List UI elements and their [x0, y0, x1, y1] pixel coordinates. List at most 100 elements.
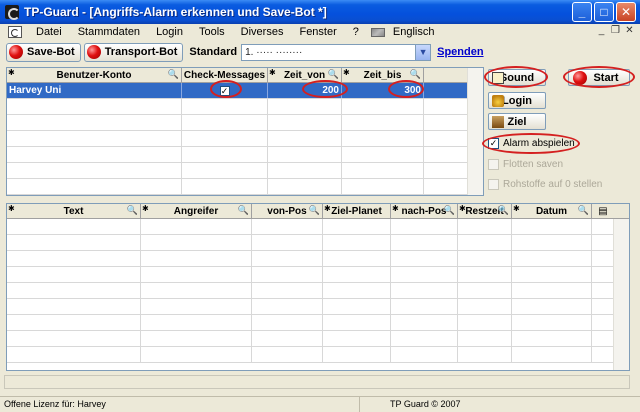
search-icon[interactable]: 🔍 — [168, 69, 179, 80]
alarm-checkbox[interactable]: ✓ — [488, 138, 499, 149]
table-row[interactable] — [7, 347, 629, 363]
sound-button[interactable]: Sound — [488, 69, 546, 86]
status-bar: Offene Lizenz für: Harvey TP Guard © 200… — [0, 396, 640, 412]
sound-icon — [492, 72, 504, 84]
col-nach-pos[interactable]: ✱ nach-Pos 🔍 — [391, 204, 458, 218]
table-row[interactable] — [7, 315, 629, 331]
col-text[interactable]: ✱ Text 🔍 — [7, 204, 141, 218]
table-row[interactable] — [7, 283, 629, 299]
close-button[interactable]: ✕ — [616, 2, 636, 22]
table-row[interactable] — [7, 147, 483, 163]
window-title: TP-Guard - [Angriffs-Alarm erkennen und … — [24, 5, 327, 19]
save-bot-label: Save-Bot — [27, 46, 75, 58]
col-datum[interactable]: ✱ Datum 🔍 — [512, 204, 592, 218]
search-icon[interactable]: 🔍 — [238, 205, 249, 216]
col-zeit-von[interactable]: ✱ Zeit_von 🔍 — [268, 68, 342, 82]
menu-tools[interactable]: Tools — [191, 26, 233, 38]
table-row[interactable] — [7, 219, 629, 235]
zeit-von-cell[interactable]: 200 — [268, 83, 342, 98]
table-row[interactable] — [7, 299, 629, 315]
table-row[interactable] — [7, 99, 483, 115]
table-row[interactable] — [7, 179, 483, 195]
column-chooser-icon[interactable]: ▤ — [592, 204, 614, 218]
col-zeit-bis[interactable]: ✱ Zeit_bis 🔍 — [342, 68, 424, 82]
zeit-bis-cell[interactable]: 300 — [342, 83, 424, 98]
flotten-label: Flotten saven — [503, 159, 564, 170]
toolbar: Save-Bot Transport-Bot Standard 1. ·····… — [0, 41, 640, 63]
flotten-checkbox-row[interactable]: Flotten saven — [488, 159, 563, 170]
red-light-icon — [9, 45, 23, 59]
accounts-grid[interactable]: ✱ Benutzer-Konto 🔍 Check-Messages ✱ Zeit… — [6, 67, 484, 196]
table-row[interactable] — [7, 267, 629, 283]
save-bot-button[interactable]: Save-Bot — [6, 42, 81, 62]
standard-combo-value: 1. ····· ········ — [245, 46, 303, 58]
login-button[interactable]: Login — [488, 92, 546, 109]
rohstoffe-checkbox[interactable] — [488, 179, 499, 190]
document-icon[interactable] — [8, 26, 22, 38]
rohstoffe-checkbox-row[interactable]: Rohstoffe auf 0 stellen — [488, 179, 602, 190]
ziel-button[interactable]: Ziel — [488, 113, 546, 130]
alarm-label: Alarm abspielen — [503, 138, 575, 149]
col-von-pos[interactable]: von-Pos 🔍 — [252, 204, 323, 218]
start-button[interactable]: Start — [568, 69, 630, 86]
search-icon[interactable]: 🔍 — [498, 205, 509, 216]
menu-datei[interactable]: Datei — [28, 26, 70, 38]
menu-diverses[interactable]: Diverses — [233, 26, 292, 38]
horizontal-scrollbar[interactable] — [4, 375, 630, 389]
table-row[interactable] — [7, 235, 629, 251]
standard-label: Standard — [189, 46, 238, 58]
col-benutzer-konto[interactable]: ✱ Benutzer-Konto 🔍 — [7, 68, 182, 82]
app-icon — [5, 5, 20, 20]
alarm-checkbox-row[interactable]: ✓ Alarm abspielen — [488, 138, 575, 149]
chevron-down-icon[interactable]: ▼ — [415, 44, 431, 60]
spenden-link[interactable]: Spenden — [437, 46, 483, 58]
maximize-button[interactable]: □ — [594, 2, 614, 22]
search-icon[interactable]: 🔍 — [444, 205, 455, 216]
pin-icon: ✱ — [459, 204, 466, 213]
check-messages-cell[interactable]: ✓ — [182, 83, 268, 98]
target-icon — [492, 116, 504, 128]
account-cell[interactable]: Harvey Uni — [7, 83, 182, 98]
menu-fenster[interactable]: Fenster — [291, 26, 344, 38]
flotten-checkbox[interactable] — [488, 159, 499, 170]
red-light-icon — [86, 45, 101, 59]
search-icon[interactable]: 🔍 — [309, 205, 320, 216]
search-icon[interactable]: 🔍 — [578, 205, 589, 216]
col-angreifer[interactable]: ✱ Angreifer 🔍 — [141, 204, 252, 218]
col-restzeit[interactable]: ✱ Restzeit 🔍 — [458, 204, 512, 218]
table-row[interactable] — [7, 251, 629, 267]
pin-icon: ✱ — [343, 68, 350, 77]
transport-bot-button[interactable]: Transport-Bot — [83, 42, 184, 62]
mdi-controls: _ ❐ ✕ — [595, 26, 636, 38]
table-row[interactable] — [7, 115, 483, 131]
search-icon[interactable]: 🔍 — [410, 69, 421, 80]
check-messages-checkbox[interactable]: ✓ — [219, 85, 230, 96]
accounts-grid-header: ✱ Benutzer-Konto 🔍 Check-Messages ✱ Zeit… — [7, 68, 483, 83]
table-row[interactable] — [7, 131, 483, 147]
menu-help[interactable]: ? — [345, 26, 367, 38]
attacks-grid[interactable]: ✱ Text 🔍 ✱ Angreifer 🔍 von-Pos 🔍 ✱ Ziel-… — [6, 203, 630, 371]
vertical-scrollbar[interactable] — [467, 68, 483, 195]
minimize-button[interactable]: _ — [572, 2, 592, 22]
table-row[interactable] — [7, 163, 483, 179]
vertical-scrollbar[interactable] — [613, 219, 629, 370]
menu-stammdaten[interactable]: Stammdaten — [70, 26, 148, 38]
menu-language[interactable]: Englisch — [385, 26, 443, 38]
table-row[interactable]: Harvey Uni ✓ 200 300 — [7, 83, 483, 99]
mdi-minimize-button[interactable]: _ — [595, 26, 608, 38]
pin-icon: ✱ — [269, 68, 276, 77]
col-check-messages[interactable]: Check-Messages — [182, 68, 268, 82]
pin-icon: ✱ — [513, 204, 520, 213]
attacks-grid-body — [7, 219, 629, 363]
search-icon[interactable]: 🔍 — [328, 69, 339, 80]
rohstoffe-label: Rohstoffe auf 0 stellen — [503, 179, 603, 190]
title-bar[interactable]: TP-Guard - [Angriffs-Alarm erkennen und … — [0, 0, 640, 24]
menu-login[interactable]: Login — [148, 26, 191, 38]
mdi-close-button[interactable]: ✕ — [623, 26, 636, 38]
mdi-restore-button[interactable]: ❐ — [609, 26, 622, 38]
search-icon[interactable]: 🔍 — [127, 205, 138, 216]
table-row[interactable] — [7, 331, 629, 347]
standard-combo[interactable]: 1. ····· ········ ▼ — [241, 43, 432, 61]
key-icon — [492, 95, 504, 107]
col-ziel-planet[interactable]: ✱ Ziel-Planet — [323, 204, 391, 218]
